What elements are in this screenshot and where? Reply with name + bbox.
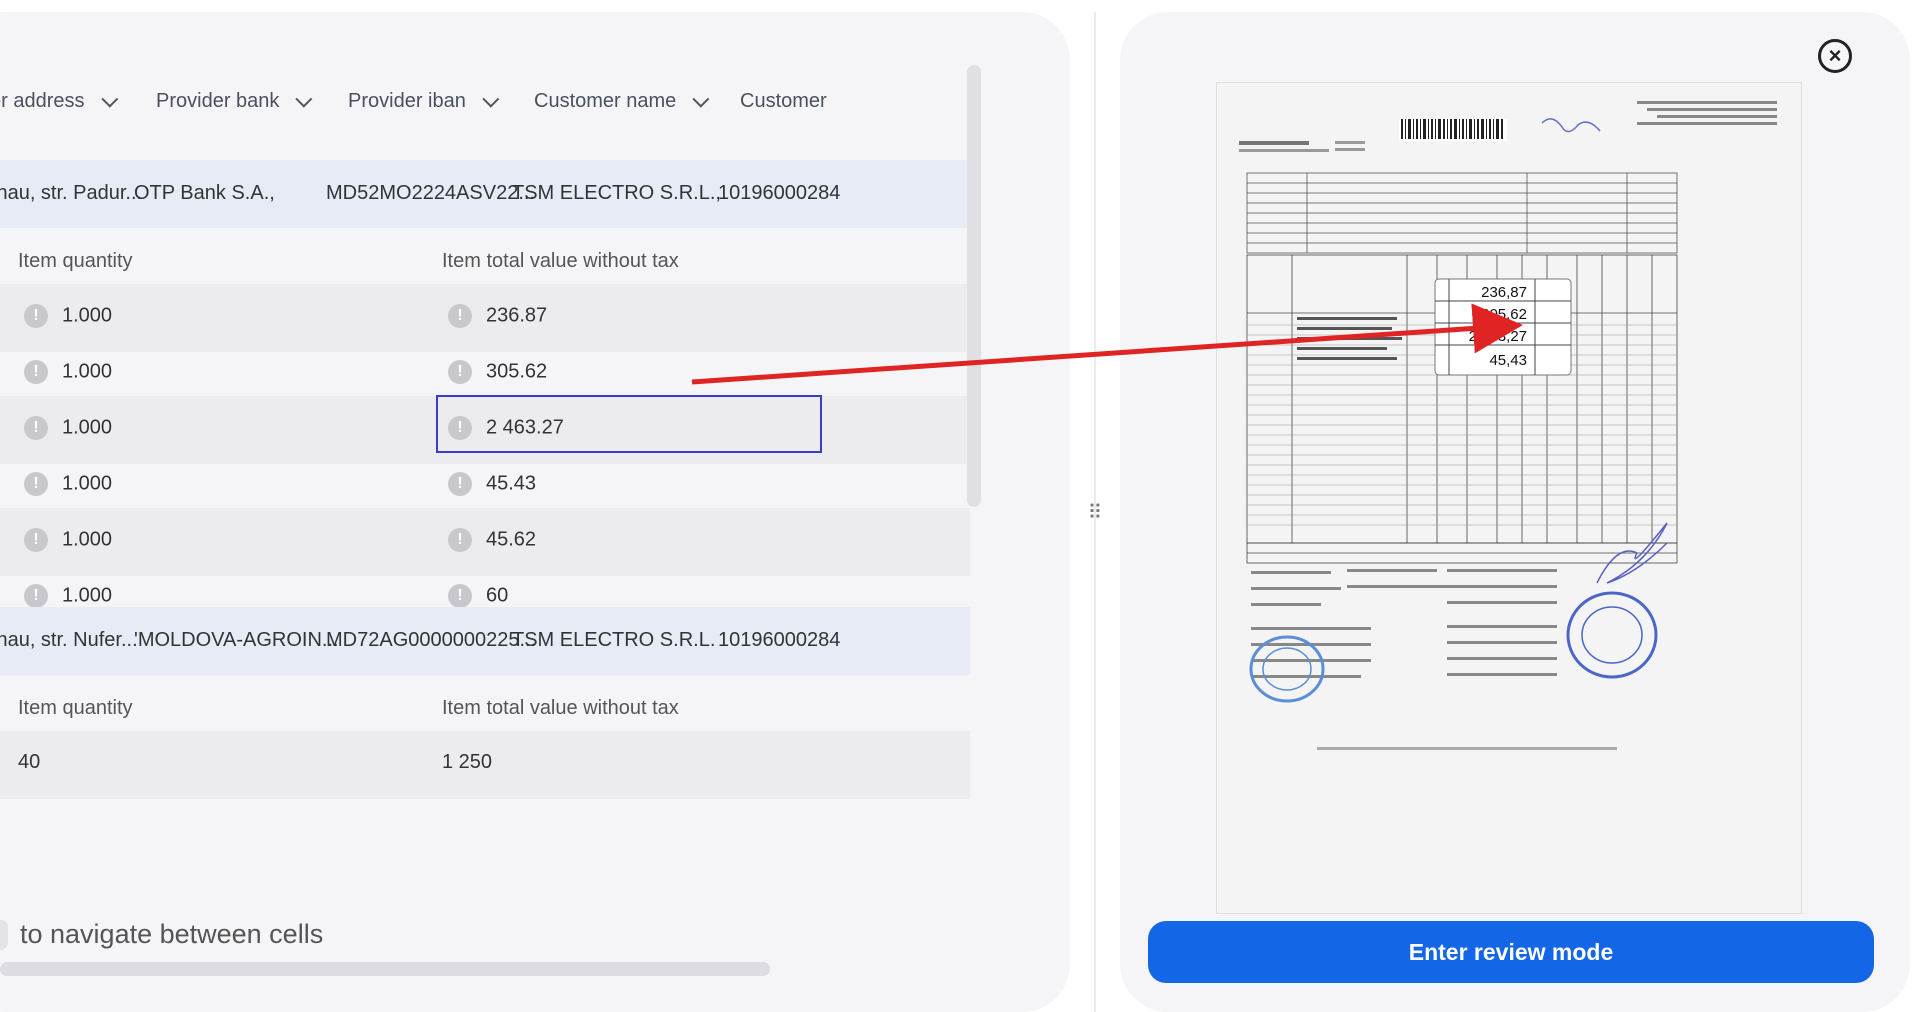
chevron-down-icon <box>100 90 118 108</box>
subheader-item-total: Item total value without tax <box>442 697 679 719</box>
cell-provider-iban[interactable]: MD52MO2224ASV22... <box>326 182 535 205</box>
cell-item-total[interactable]: ! 236.87 <box>448 304 547 328</box>
selected-cell-outline <box>436 395 822 453</box>
table-row[interactable]: inau, str. Padur... OTP Bank S.A., MD52M… <box>0 160 970 228</box>
resize-handle-icon[interactable]: ⠿ <box>1087 500 1103 526</box>
chevron-down-icon <box>692 90 710 108</box>
warning-icon: ! <box>448 472 472 496</box>
cell-item-quantity[interactable]: 40 <box>18 751 40 774</box>
warning-icon: ! <box>24 416 48 440</box>
cell-item-quantity[interactable]: ! 1.000 <box>24 416 112 440</box>
invoice-image: 236,87 305,62 2 463,27 45,43 <box>1216 82 1802 914</box>
item-row[interactable]: 40 1 250 <box>0 731 970 799</box>
cell-provider-address[interactable]: inau, str. Nufer... <box>0 629 138 652</box>
cell-customer[interactable]: 10196000284 <box>718 629 840 652</box>
table-row[interactable]: inau, str. Nufer... 'MOLDOVA-AGROIN... M… <box>0 607 970 675</box>
warning-icon: ! <box>24 360 48 384</box>
cell-item-total[interactable]: ! 45.43 <box>448 472 536 496</box>
subheader-item-total: Item total value without tax <box>442 250 679 272</box>
warning-icon: ! <box>24 304 48 328</box>
zoom-value: 305,62 <box>1481 306 1527 323</box>
zoom-value: 2 463,27 <box>1469 328 1527 345</box>
warning-icon: ! <box>24 528 48 552</box>
warning-icon: ! <box>448 360 472 384</box>
cell-item-total[interactable]: ! 45.62 <box>448 528 536 552</box>
column-header-provider-bank[interactable]: Provider bank <box>156 90 313 113</box>
table-panel: er address Provider bank Provider iban C… <box>0 12 1070 1012</box>
column-header-provider-iban[interactable]: Provider iban <box>348 90 500 113</box>
column-header-customer-name[interactable]: Customer name <box>534 90 710 113</box>
subheader-item-quantity: Item quantity <box>18 250 133 272</box>
cell-item-quantity[interactable]: ! 1.000 <box>24 360 112 384</box>
close-icon[interactable]: × <box>1818 39 1852 73</box>
key-hint-icon <box>0 920 8 950</box>
cell-item-quantity[interactable]: ! 1.000 <box>24 528 112 552</box>
zoom-value: 45,43 <box>1489 352 1527 369</box>
chevron-down-icon <box>295 90 313 108</box>
zoom-callout: 236,87 305,62 2 463,27 45,43 <box>1434 278 1572 376</box>
enter-review-mode-button[interactable]: Enter review mode <box>1148 921 1874 983</box>
vertical-scrollbar[interactable] <box>967 65 981 507</box>
cell-item-total[interactable]: 1 250 <box>442 751 492 774</box>
cell-item-quantity[interactable]: ! 1.000 <box>24 472 112 496</box>
table-header: er address Provider bank Provider iban C… <box>0 52 970 148</box>
navigation-hint: to navigate between cells <box>20 919 324 949</box>
cell-customer-name[interactable]: TSM ELECTRO S.R.L., <box>512 182 721 205</box>
cell-item-quantity[interactable]: ! 1.000 <box>24 304 112 328</box>
cell-item-total[interactable]: ! 305.62 <box>448 360 547 384</box>
subheader-item-quantity: Item quantity <box>18 697 133 719</box>
warning-icon: ! <box>24 472 48 496</box>
zoom-value: 236,87 <box>1481 284 1527 301</box>
cell-customer[interactable]: 10196000284 <box>718 182 840 205</box>
column-header-provider-address[interactable]: er address <box>0 90 118 113</box>
warning-icon: ! <box>448 584 472 608</box>
warning-icon: ! <box>24 584 48 608</box>
column-header-customer[interactable]: Customer <box>740 90 827 113</box>
warning-icon: ! <box>448 528 472 552</box>
horizontal-scrollbar[interactable] <box>0 962 770 976</box>
warning-icon: ! <box>448 304 472 328</box>
cell-item-total[interactable]: ! 60 <box>448 584 508 608</box>
cell-provider-bank[interactable]: 'MOLDOVA-AGROIN... <box>134 629 339 652</box>
data-table: er address Provider bank Provider iban C… <box>0 52 970 888</box>
cell-provider-iban[interactable]: MD72AG0000000225... <box>326 629 536 652</box>
cell-provider-bank[interactable]: OTP Bank S.A., <box>134 182 275 205</box>
chevron-down-icon <box>482 90 500 108</box>
invoice-scan-illustration: 236,87 305,62 2 463,27 45,43 <box>1217 83 1801 913</box>
cell-provider-address[interactable]: inau, str. Padur... <box>0 182 142 205</box>
cell-customer-name[interactable]: TSM ELECTRO S.R.L. <box>512 629 715 652</box>
barcode <box>1399 119 1507 141</box>
cell-item-quantity[interactable]: ! 1.000 <box>24 584 112 608</box>
